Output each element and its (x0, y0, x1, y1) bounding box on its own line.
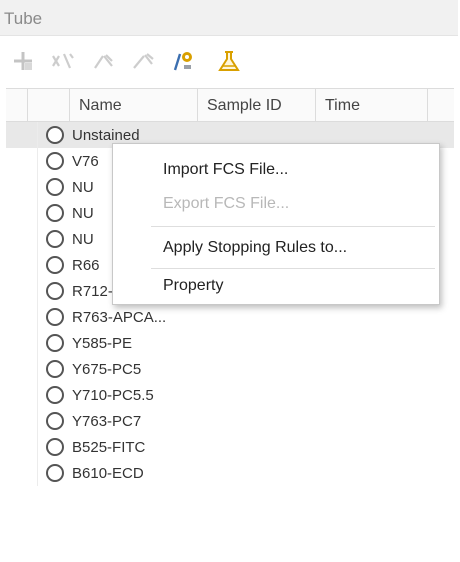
flask-icon (218, 51, 240, 71)
row-radio[interactable] (46, 204, 64, 222)
row-radio[interactable] (46, 412, 64, 430)
row-radio[interactable] (46, 230, 64, 248)
row-gutter (16, 382, 38, 408)
table-row[interactable]: Y585-PE (6, 330, 454, 356)
tube-name: B610-ECD (72, 465, 144, 482)
tube-name: NU (72, 205, 94, 222)
delete-all-button[interactable] (126, 41, 160, 81)
tube-name: Y585-PE (72, 335, 133, 352)
row-radio[interactable] (46, 152, 64, 170)
tube-name: NU (72, 231, 94, 248)
row-gutter (16, 304, 38, 330)
tube-settings-icon (173, 52, 192, 71)
tube-name: B525-FITC (72, 439, 146, 456)
split-button[interactable] (46, 41, 80, 81)
row-radio[interactable] (46, 178, 64, 196)
menu-item-apply-stopping-rules[interactable]: Apply Stopping Rules to... (113, 230, 439, 266)
tube-name: R763-APCA... (72, 309, 167, 326)
tube-name: V76 (72, 153, 99, 170)
row-gutter (16, 460, 38, 486)
row-radio[interactable] (46, 438, 64, 456)
column-header-time[interactable]: Time (316, 89, 428, 122)
header-select (28, 89, 70, 122)
table-row[interactable]: Y710-PC5.5 (6, 382, 454, 408)
menu-item-export-fcs[interactable]: Export FCS File... (113, 186, 439, 222)
menu-separator (151, 226, 435, 227)
panel-title: Tube (0, 0, 458, 36)
split-icon (52, 53, 74, 69)
row-gutter (16, 330, 38, 356)
row-radio[interactable] (46, 282, 64, 300)
flask-button[interactable] (212, 41, 246, 81)
row-gutter (16, 356, 38, 382)
column-header-name[interactable]: Name (70, 89, 198, 122)
tube-name: NU (72, 179, 94, 196)
delete-tube-button[interactable] (86, 41, 120, 81)
row-gutter (16, 200, 38, 226)
header-gutter (6, 89, 28, 122)
row-gutter (16, 122, 38, 148)
menu-item-import-fcs[interactable]: Import FCS File... (113, 152, 439, 188)
row-radio[interactable] (46, 308, 64, 326)
header-filler (428, 89, 454, 122)
row-radio[interactable] (46, 126, 64, 144)
tube-panel: Tube Name Sample ID Time Unstained V76 N… (0, 0, 460, 562)
column-header-sample-id[interactable]: Sample ID (198, 89, 316, 122)
menu-item-property[interactable]: Property (113, 268, 439, 304)
toolbar (0, 37, 460, 87)
table-row[interactable]: Y675-PC5 (6, 356, 454, 382)
table-row[interactable]: B610-ECD (6, 460, 454, 486)
row-gutter (16, 278, 38, 304)
row-gutter (16, 148, 38, 174)
tube-name: Y763-PC7 (72, 413, 142, 430)
delete-all-icon (133, 53, 154, 69)
row-gutter (16, 226, 38, 252)
row-gutter (16, 174, 38, 200)
row-radio[interactable] (46, 334, 64, 352)
add-tube-icon (14, 52, 32, 70)
grid-header: Name Sample ID Time (6, 88, 454, 122)
table-row[interactable]: Y763-PC7 (6, 408, 454, 434)
tube-name: Y675-PC5 (72, 361, 142, 378)
row-radio[interactable] (46, 464, 64, 482)
table-row[interactable]: B525-FITC (6, 434, 454, 460)
tube-name: R66 (72, 257, 100, 274)
row-gutter (16, 434, 38, 460)
row-radio[interactable] (46, 386, 64, 404)
row-gutter (16, 252, 38, 278)
tube-settings-button[interactable] (166, 41, 200, 81)
row-gutter (16, 408, 38, 434)
delete-tube-icon (94, 54, 113, 69)
context-menu: Import FCS File... Export FCS File... Ap… (112, 143, 440, 305)
row-radio[interactable] (46, 360, 64, 378)
row-radio[interactable] (46, 256, 64, 274)
add-tube-button[interactable] (6, 41, 40, 81)
tube-name: Y710-PC5.5 (72, 387, 154, 404)
table-row[interactable]: R763-APCA... (6, 304, 454, 330)
